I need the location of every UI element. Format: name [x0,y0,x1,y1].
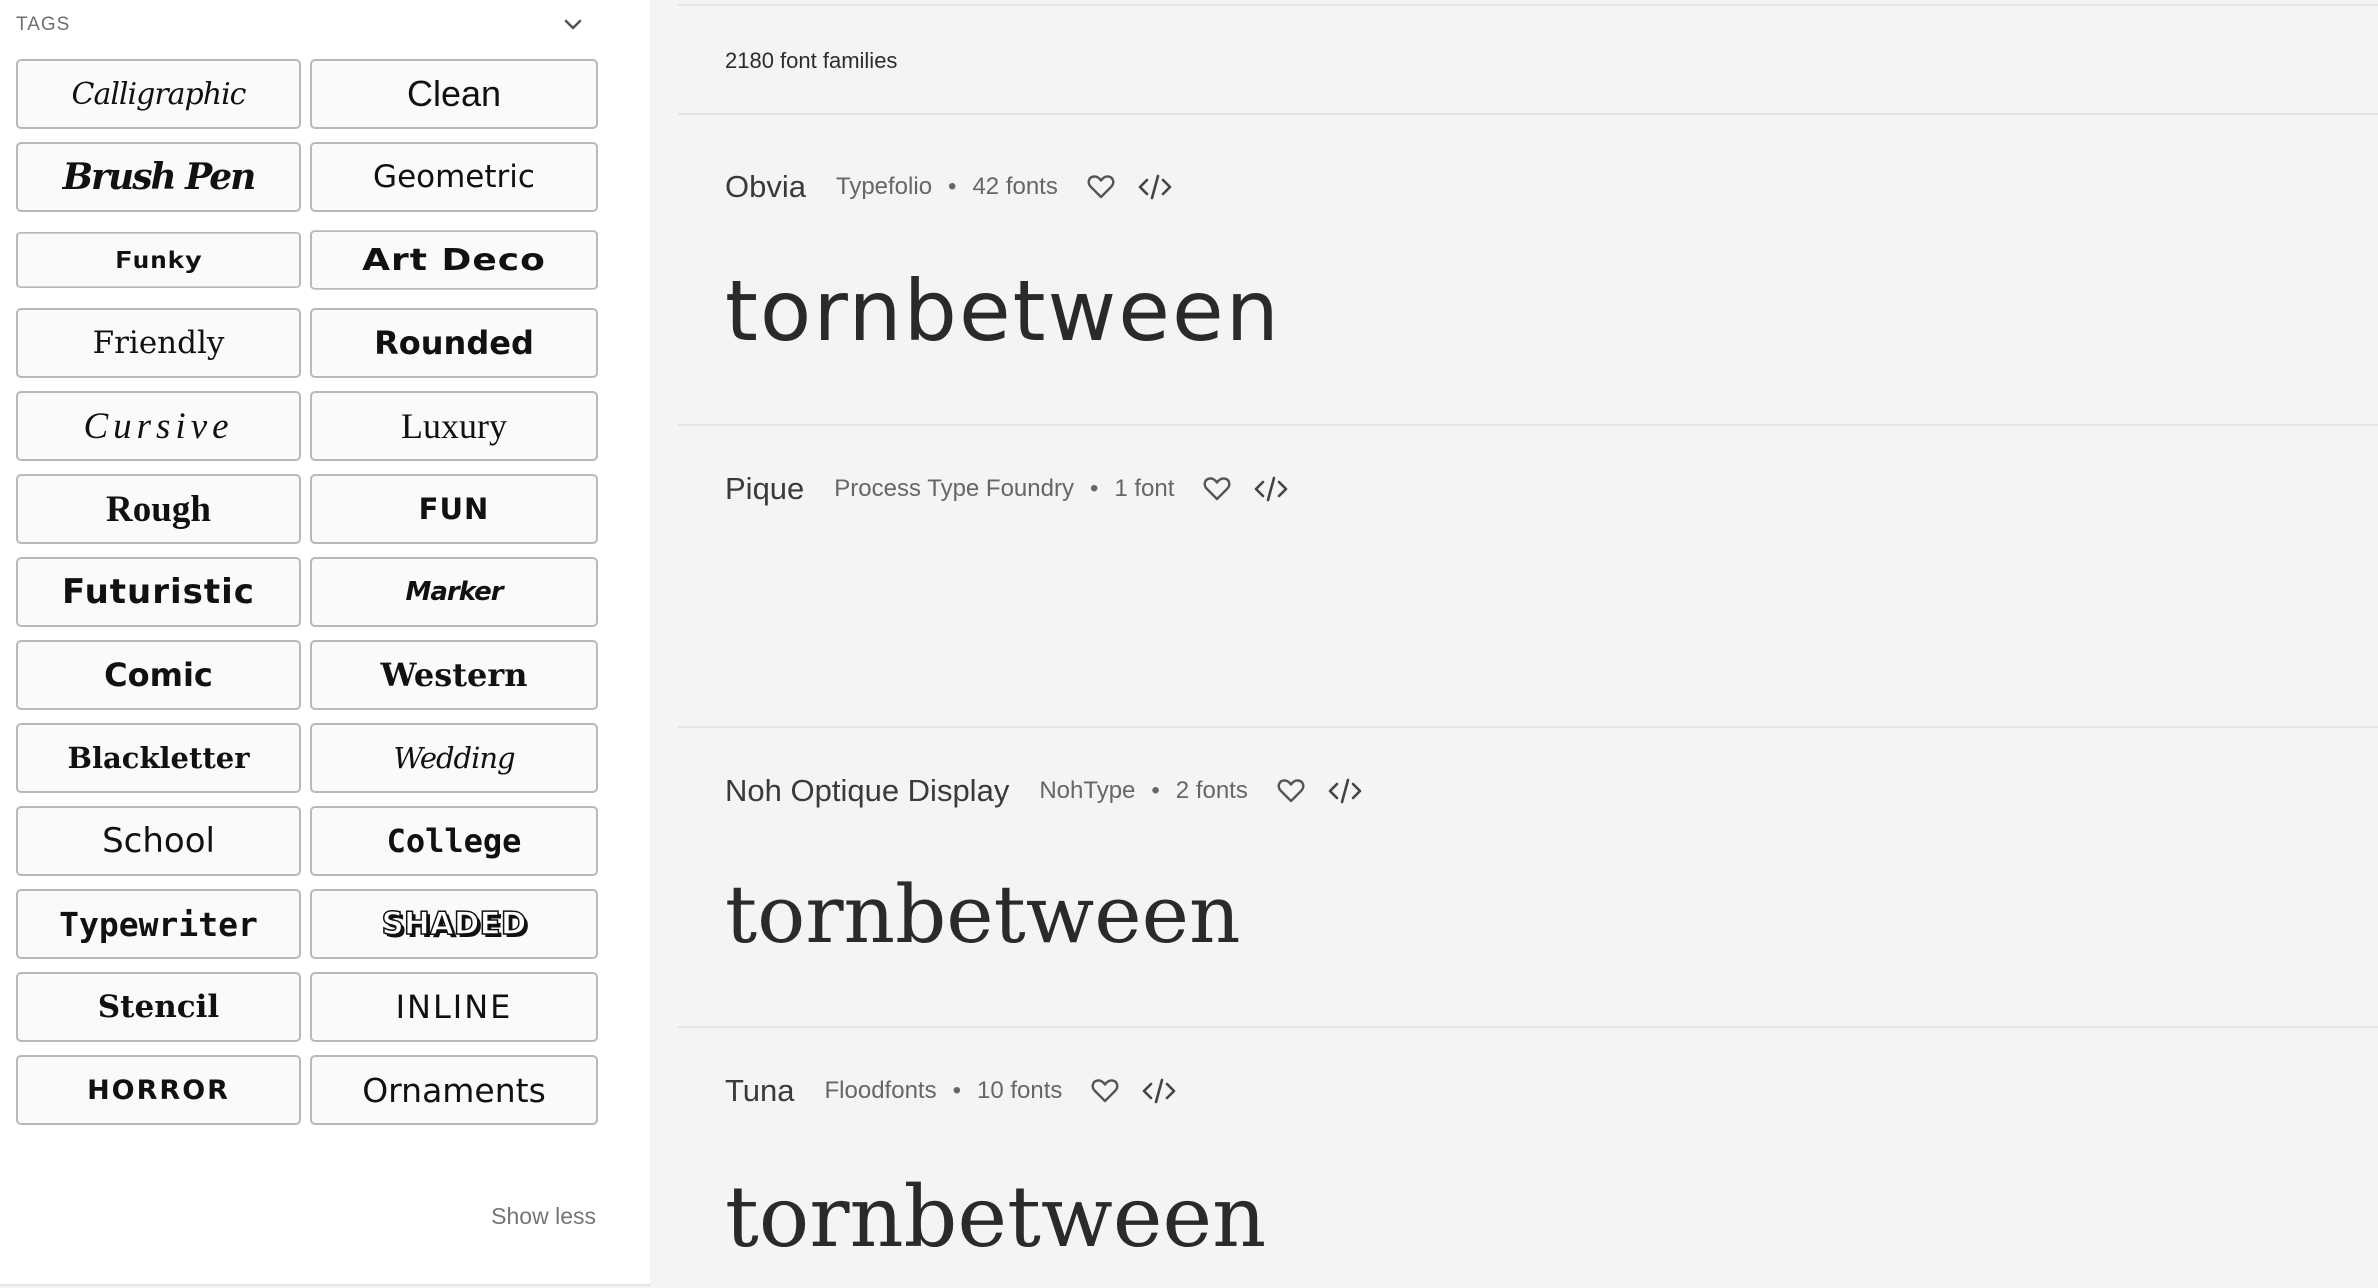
family-font-count: 1 font [1114,475,1175,502]
font-sample-noh-optique-display[interactable]: tornbetween [725,868,1240,961]
family-name[interactable]: Tuna [725,1073,795,1109]
meta-separator: • [1089,475,1099,502]
tag-futuristic[interactable]: Futuristic [16,557,301,627]
family-header-obvia: Obvia Typefolio • 42 fonts [725,167,1172,207]
family-font-count: 42 fonts [972,173,1058,200]
tag-school[interactable]: School [16,806,301,876]
tag-rough[interactable]: Rough [16,474,301,544]
tag-calligraphic[interactable]: Calligraphic [16,59,301,129]
divider [678,4,2378,6]
show-less-link[interactable]: Show less [491,1203,596,1230]
code-brackets-icon[interactable] [1254,472,1288,506]
divider [678,726,2378,728]
tag-comic[interactable]: Comic [16,640,301,710]
tag-marker[interactable]: Marker [310,557,598,627]
family-name[interactable]: Obvia [725,169,806,205]
tag-typewriter[interactable]: Typewriter [16,889,301,959]
tag-western[interactable]: Western [310,640,598,710]
family-foundry[interactable]: NohType [1039,777,1135,805]
family-name[interactable]: Pique [725,471,804,507]
chevron-down-icon[interactable] [562,14,584,36]
meta-separator: • [948,173,957,200]
tag-funky[interactable]: Funky [16,232,301,288]
tag-ornaments[interactable]: Ornaments [310,1055,598,1125]
family-foundry[interactable]: Process Type Foundry [834,475,1074,503]
tag-art-deco[interactable]: Art Deco [310,230,598,290]
family-header-tuna: Tuna Floodfonts • 10 fonts [725,1071,1176,1111]
heart-outline-icon[interactable] [1088,1074,1122,1108]
tag-fun[interactable]: FUN [310,474,598,544]
family-count: 2180 font families [725,48,898,73]
tag-stencil[interactable]: Stencil [16,972,301,1042]
tag-inline[interactable]: INLINE [310,972,598,1042]
tag-brush-pen[interactable]: Brush Pen [16,142,301,212]
tag-grid: Calligraphic Clean Brush Pen Geometric F… [16,59,598,1125]
font-sample-obvia[interactable]: tornbetween [725,262,1281,360]
tags-sidebar: TAGS Calligraphic Clean Brush Pen Geomet… [0,0,650,1286]
tag-clean[interactable]: Clean [310,59,598,129]
tag-luxury[interactable]: Luxury [310,391,598,461]
tag-cursive[interactable]: Cursive [16,391,301,461]
divider [678,1026,2378,1028]
heart-outline-icon[interactable] [1084,170,1118,204]
family-foundry[interactable]: Floodfonts [825,1077,937,1105]
tag-wedding[interactable]: Wedding [310,723,598,793]
tags-title: TAGS [16,14,71,35]
font-sample-tuna[interactable]: tornbetween [725,1168,1266,1266]
tags-header: TAGS [16,10,584,40]
family-foundry[interactable]: Typefolio [836,173,932,201]
tag-horror[interactable]: HORROR [16,1055,301,1125]
meta-separator: • [952,1077,961,1104]
code-brackets-icon[interactable] [1328,774,1362,808]
family-header-noh-optique-display: Noh Optique Display NohType • 2 fonts [725,771,1362,811]
heart-outline-icon[interactable] [1200,472,1234,506]
tag-college[interactable]: College [310,806,598,876]
tag-rounded[interactable]: Rounded [310,308,598,378]
family-name[interactable]: Noh Optique Display [725,773,1009,809]
heart-outline-icon[interactable] [1274,774,1308,808]
tag-shaded[interactable]: SHADED [310,889,598,959]
divider [678,424,2378,426]
family-header-pique: Pique Process Type Foundry • 1 font [725,469,1288,509]
family-font-count: 2 fonts [1175,777,1248,804]
tag-geometric[interactable]: Geometric [310,142,598,212]
code-brackets-icon[interactable] [1142,1074,1176,1108]
divider [678,113,2378,115]
code-brackets-icon[interactable] [1138,170,1172,204]
tag-friendly[interactable]: Friendly [16,308,301,378]
family-font-count: 10 fonts [977,1077,1063,1104]
meta-separator: • [1151,777,1160,804]
font-family-list: 2180 font families Obvia Typefolio • 42 … [650,0,2378,1288]
tag-blackletter[interactable]: Blackletter [16,723,301,793]
